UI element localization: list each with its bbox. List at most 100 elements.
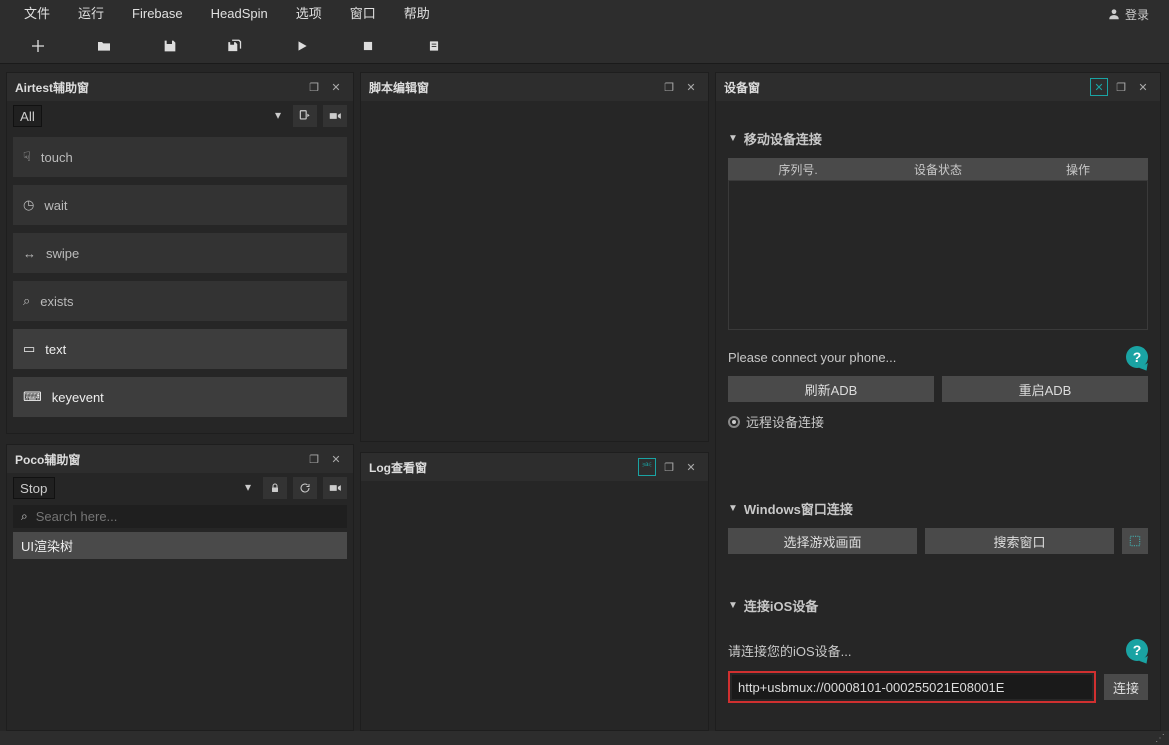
record-button[interactable] <box>323 105 347 127</box>
restore-icon[interactable]: ❐ <box>660 78 678 96</box>
script-header: 脚本编辑窗 ❐ ✕ <box>361 73 708 101</box>
workspace: Airtest辅助窗 ❐ ✕ All ☟touch ◷wait ↔swipe ⌕… <box>0 64 1169 731</box>
radio-icon <box>728 416 740 428</box>
connect-phone-msg: Please connect your phone... <box>728 350 896 365</box>
remote-device-radio[interactable]: 远程设备连接 <box>728 412 1148 431</box>
search-icon: ⌕ <box>21 509 28 524</box>
remote-label: 远程设备连接 <box>746 412 824 431</box>
poco-header: Poco辅助窗 ❐ ✕ <box>7 445 353 473</box>
ios-connect-button[interactable]: 连接 <box>1104 674 1148 700</box>
login-button[interactable]: 登录 <box>1097 6 1159 23</box>
menu-help[interactable]: 帮助 <box>390 0 444 28</box>
restore-icon[interactable]: ❐ <box>305 78 323 96</box>
close-icon[interactable]: ✕ <box>682 458 700 476</box>
help-icon[interactable]: ? <box>1126 639 1148 661</box>
restart-adb-button[interactable]: 重启ADB <box>942 376 1148 402</box>
lock-button[interactable] <box>263 477 287 499</box>
clock-icon: ◷ <box>23 197 34 213</box>
op-exists[interactable]: ⌕exists <box>13 281 347 321</box>
middle-column: 脚本编辑窗 ❐ ✕ Log查看窗 ⎃ ❐ ✕ <box>360 64 715 731</box>
swipe-icon: ↔ <box>23 246 36 261</box>
menu-options[interactable]: 选项 <box>282 0 336 28</box>
operation-list: ☟touch ◷wait ↔swipe ⌕exists ▭text ⌨keyev… <box>7 131 353 423</box>
poco-body: Stop ⌕ UI渲染树 <box>7 473 353 730</box>
right-column: 设备窗 ✕ ❐ ✕ 移动设备连接 序列号. 设备状态 操作 Please con… <box>715 64 1169 731</box>
ios-input-highlight <box>728 671 1096 703</box>
keyboard-icon: ⌨ <box>23 389 42 405</box>
resize-grip-icon[interactable]: ⋰ <box>1155 733 1165 744</box>
menubar: 文件 运行 Firebase HeadSpin 选项 窗口 帮助 登录 <box>0 0 1169 28</box>
grid-icon-button[interactable] <box>1122 528 1148 554</box>
restore-icon[interactable]: ❐ <box>660 458 678 476</box>
tools-icon[interactable]: ✕ <box>1090 78 1108 96</box>
mobile-section-title[interactable]: 移动设备连接 <box>728 129 1148 148</box>
open-button[interactable] <box>94 36 114 56</box>
menu-headspin[interactable]: HeadSpin <box>197 0 282 28</box>
left-column: Airtest辅助窗 ❐ ✕ All ☟touch ◷wait ↔swipe ⌕… <box>0 64 360 731</box>
windows-section-title[interactable]: Windows窗口连接 <box>728 499 1148 518</box>
airtest-body: All ☟touch ◷wait ↔swipe ⌕exists ▭text ⌨k… <box>7 101 353 433</box>
run-button[interactable] <box>292 36 312 56</box>
close-icon[interactable]: ✕ <box>1134 78 1152 96</box>
text-icon: ▭ <box>23 341 35 357</box>
choose-window-button[interactable]: 选择游戏画面 <box>728 528 917 554</box>
airtest-mode-select[interactable]: All <box>13 105 42 127</box>
op-wait[interactable]: ◷wait <box>13 185 347 225</box>
close-icon[interactable]: ✕ <box>682 78 700 96</box>
op-keyevent[interactable]: ⌨keyevent <box>13 377 347 417</box>
user-icon <box>1107 7 1121 21</box>
script-title: 脚本编辑窗 <box>369 79 429 96</box>
refresh-adb-button[interactable]: 刷新ADB <box>728 376 934 402</box>
col-serial: 序列号. <box>728 161 868 178</box>
poco-panel: Poco辅助窗 ❐ ✕ Stop ⌕ UI渲染树 <box>6 444 354 731</box>
menu-file[interactable]: 文件 <box>10 0 64 28</box>
login-label: 登录 <box>1125 6 1149 23</box>
touch-icon: ☟ <box>23 149 31 165</box>
script-panel: 脚本编辑窗 ❐ ✕ <box>360 72 709 442</box>
close-icon[interactable]: ✕ <box>327 78 345 96</box>
report-button[interactable] <box>424 36 444 56</box>
col-action: 操作 <box>1008 161 1148 178</box>
col-state: 设备状态 <box>868 161 1008 178</box>
op-swipe[interactable]: ↔swipe <box>13 233 347 273</box>
ios-address-input[interactable] <box>732 675 1092 699</box>
search-window-button[interactable]: 搜索窗口 <box>925 528 1114 554</box>
statusbar: ⋰ <box>0 731 1169 745</box>
airtest-title: Airtest辅助窗 <box>15 79 89 96</box>
refresh-button[interactable] <box>293 477 317 499</box>
menu-firebase[interactable]: Firebase <box>118 0 197 28</box>
help-icon[interactable]: ? <box>1126 346 1148 368</box>
log-title: Log查看窗 <box>369 459 427 476</box>
search-icon: ⌕ <box>23 293 30 309</box>
device-body: 移动设备连接 序列号. 设备状态 操作 Please connect your … <box>716 101 1160 730</box>
ui-tree-root[interactable]: UI渲染树 <box>13 532 347 559</box>
poco-record-button[interactable] <box>323 477 347 499</box>
device-switch-button[interactable] <box>293 105 317 127</box>
op-touch[interactable]: ☟touch <box>13 137 347 177</box>
device-title: 设备窗 <box>724 79 760 96</box>
poco-title: Poco辅助窗 <box>15 451 80 468</box>
new-button[interactable] <box>28 36 48 56</box>
airtest-header: Airtest辅助窗 ❐ ✕ <box>7 73 353 101</box>
log-header: Log查看窗 ⎃ ❐ ✕ <box>361 453 708 481</box>
restore-icon[interactable]: ❐ <box>1112 78 1130 96</box>
poco-mode-select[interactable]: Stop <box>13 477 55 499</box>
device-header: 设备窗 ✕ ❐ ✕ <box>716 73 1160 101</box>
close-icon[interactable]: ✕ <box>327 450 345 468</box>
device-table-header: 序列号. 设备状态 操作 <box>728 158 1148 180</box>
filter-icon[interactable]: ⎃ <box>638 458 656 476</box>
save-button[interactable] <box>160 36 180 56</box>
restore-icon[interactable]: ❐ <box>305 450 323 468</box>
poco-search: ⌕ <box>13 505 347 528</box>
op-text[interactable]: ▭text <box>13 329 347 369</box>
toolbar <box>0 28 1169 64</box>
menu-window[interactable]: 窗口 <box>336 0 390 28</box>
menu-run[interactable]: 运行 <box>64 0 118 28</box>
poco-search-input[interactable] <box>36 509 339 524</box>
device-table-body <box>728 180 1148 330</box>
ios-connect-msg: 请连接您的iOS设备... <box>728 641 852 660</box>
ios-section-title[interactable]: 连接iOS设备 <box>728 596 1148 615</box>
stop-button[interactable] <box>358 36 378 56</box>
saveall-button[interactable] <box>226 36 246 56</box>
airtest-panel: Airtest辅助窗 ❐ ✕ All ☟touch ◷wait ↔swipe ⌕… <box>6 72 354 434</box>
